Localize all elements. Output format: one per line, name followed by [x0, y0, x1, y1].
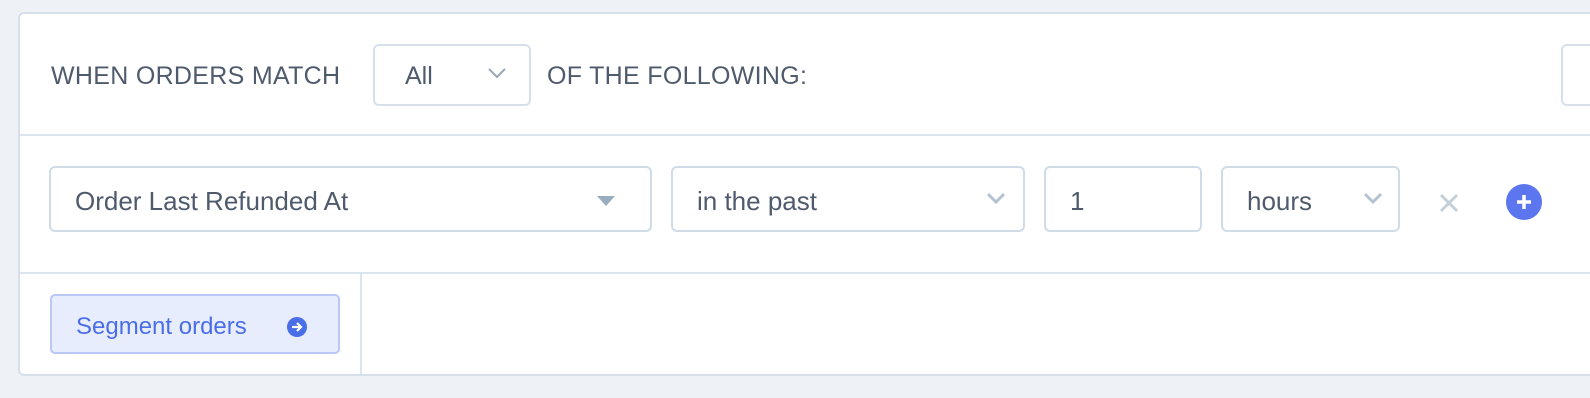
condition-operator-value: in the past [697, 186, 817, 216]
segment-orders-button[interactable]: Segment orders [50, 294, 340, 354]
condition-row: Order Last Refunded At in the past 1 hou… [20, 136, 1590, 274]
condition-amount-value: 1 [1070, 186, 1085, 216]
remove-condition-button[interactable] [1434, 188, 1464, 218]
add-condition-button[interactable] [1506, 184, 1542, 220]
plus-circle-icon [1506, 195, 1542, 224]
condition-field-value: Order Last Refunded At [75, 186, 349, 216]
segment-filter-panel: WHEN ORDERS MATCH All OF THE FOLLOWING: … [18, 12, 1590, 376]
match-header-row: WHEN ORDERS MATCH All OF THE FOLLOWING: [20, 14, 1590, 136]
caret-down-icon [596, 194, 616, 212]
arrow-right-circle-icon [286, 316, 308, 343]
chevron-down-icon [1362, 190, 1384, 211]
condition-field-select[interactable]: Order Last Refunded At [49, 166, 652, 232]
match-prefix-label: WHEN ORDERS MATCH [51, 62, 341, 90]
chevron-down-icon [985, 190, 1007, 211]
action-row: Segment orders [20, 274, 1590, 374]
condition-operator-select[interactable]: in the past [671, 166, 1025, 232]
condition-unit-value: hours [1247, 186, 1313, 216]
match-mode-select[interactable]: All [373, 44, 531, 106]
condition-unit-select[interactable]: hours [1221, 166, 1400, 232]
close-icon [1434, 193, 1464, 222]
match-suffix-label: OF THE FOLLOWING: [547, 62, 808, 90]
segment-orders-label: Segment orders [76, 313, 247, 340]
chevron-down-icon [487, 66, 507, 85]
match-mode-value: All [405, 62, 433, 90]
header-action-button[interactable] [1561, 44, 1590, 106]
condition-amount-input[interactable]: 1 [1044, 166, 1202, 232]
footer-divider [360, 274, 362, 374]
